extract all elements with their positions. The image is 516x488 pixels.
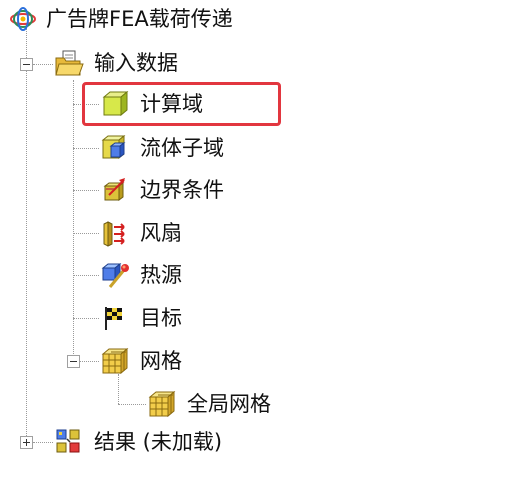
- fluid-subdomain-label: 流体子域: [140, 136, 224, 160]
- tree-node-compute-domain[interactable]: 计算域: [100, 86, 203, 122]
- compute-domain-label: 计算域: [140, 92, 203, 116]
- fan-label: 风扇: [140, 221, 182, 245]
- tree-branch: [73, 318, 99, 319]
- tree-node-goals[interactable]: 目标: [100, 300, 182, 336]
- tree-node-heat-source[interactable]: 热源: [100, 257, 182, 293]
- tree-branch: [73, 148, 99, 149]
- input-data-label: 输入数据: [94, 51, 178, 75]
- tree-branch: [33, 442, 53, 443]
- collapse-input-button[interactable]: [20, 58, 33, 71]
- boundary-conditions-label: 边界条件: [140, 178, 224, 202]
- tree-branch: [33, 64, 53, 65]
- tree-branch: [118, 404, 146, 405]
- tree-line-root: [26, 28, 27, 444]
- tree-branch: [73, 275, 99, 276]
- tree-node-global-mesh[interactable]: 全局网格: [147, 386, 271, 422]
- expand-results-button[interactable]: [20, 436, 33, 449]
- open-folder-icon: [54, 48, 84, 78]
- fluid-subdomain-icon: [100, 133, 130, 163]
- global-mesh-label: 全局网格: [187, 392, 271, 416]
- mesh-label: 网格: [140, 349, 182, 373]
- tree-node-input-data[interactable]: 输入数据: [54, 45, 178, 81]
- tree-node-fan[interactable]: 风扇: [100, 215, 182, 251]
- tree-branch: [73, 233, 99, 234]
- feature-tree: 广告牌FEA载荷传递 输入数据 计算域 流体子域 边界条件 风扇 热源 目标 网…: [0, 0, 516, 488]
- mesh-icon: [100, 346, 130, 376]
- heat-source-icon: [100, 260, 130, 290]
- heat-source-label: 热源: [140, 263, 182, 287]
- results-label: 结果 (未加载): [94, 430, 223, 454]
- tree-branch: [80, 361, 99, 362]
- tree-node-boundary-conditions[interactable]: 边界条件: [100, 172, 224, 208]
- tree-line-input: [73, 80, 74, 362]
- global-mesh-icon: [147, 389, 177, 419]
- root-label: 广告牌FEA载荷传递: [46, 7, 233, 31]
- analysis-tree-icon: [8, 4, 38, 34]
- results-icon: [54, 427, 84, 457]
- boundary-conditions-icon: [100, 175, 130, 205]
- goals-label: 目标: [140, 306, 182, 330]
- compute-domain-icon: [100, 89, 130, 119]
- goal-flag-icon: [100, 303, 130, 333]
- collapse-mesh-button[interactable]: [67, 355, 80, 368]
- tree-node-results[interactable]: 结果 (未加载): [54, 424, 222, 460]
- tree-branch: [73, 190, 99, 191]
- tree-node-root[interactable]: 广告牌FEA载荷传递: [8, 1, 233, 37]
- tree-node-fluid-subdomain[interactable]: 流体子域: [100, 130, 224, 166]
- tree-node-mesh[interactable]: 网格: [100, 343, 182, 379]
- fan-icon: [100, 218, 130, 248]
